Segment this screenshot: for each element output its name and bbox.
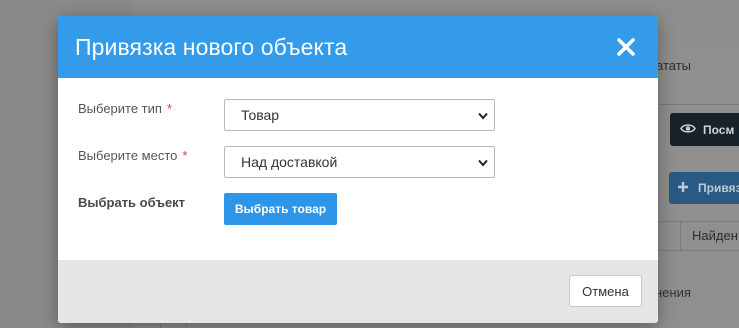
place-select-value: Над доставкой <box>241 154 338 170</box>
eye-icon <box>680 123 696 137</box>
close-icon[interactable] <box>614 35 638 59</box>
background-tab-divider <box>658 104 739 105</box>
modal-footer: Отмена <box>58 260 658 323</box>
required-mark: * <box>166 101 173 116</box>
background-table-header-cell: Найден <box>692 228 738 243</box>
cancel-button[interactable]: Отмена <box>569 275 642 307</box>
modal-header: Привязка нового объекта <box>58 16 658 78</box>
modal-title: Привязка нового объекта <box>75 33 348 60</box>
background-table-cell: нения <box>655 285 691 300</box>
background-bind-button-label: Привяз <box>698 181 739 195</box>
background-view-button: Посм <box>670 113 739 146</box>
type-select-value: Товар <box>241 107 280 123</box>
background-view-button-label: Посм <box>703 122 735 137</box>
required-mark: * <box>182 148 188 163</box>
background-tab-label: ататы <box>656 58 691 73</box>
plus-icon <box>678 181 688 195</box>
select-product-button[interactable]: Выбрать товар <box>224 193 337 225</box>
object-field-label: Выбрать объект <box>78 195 186 210</box>
type-select[interactable]: Товар <box>224 99 495 131</box>
place-label-text: Выберите место <box>78 148 178 163</box>
type-field-label: Выберите тип * <box>78 101 172 116</box>
modal-body: Выберите тип * Товар Выберите место * Над … <box>58 78 658 260</box>
background-bind-button: Привяз <box>669 172 739 204</box>
background-table-divider <box>680 221 681 251</box>
type-label-text: Выберите тип <box>78 101 162 116</box>
chevron-down-icon <box>478 154 488 170</box>
bind-object-modal: Привязка нового объекта Выберите тип * То… <box>58 16 658 323</box>
place-select[interactable]: Над доставкой <box>224 146 495 178</box>
chevron-down-icon <box>478 107 488 123</box>
place-field-label: Выберите место * <box>78 148 187 163</box>
